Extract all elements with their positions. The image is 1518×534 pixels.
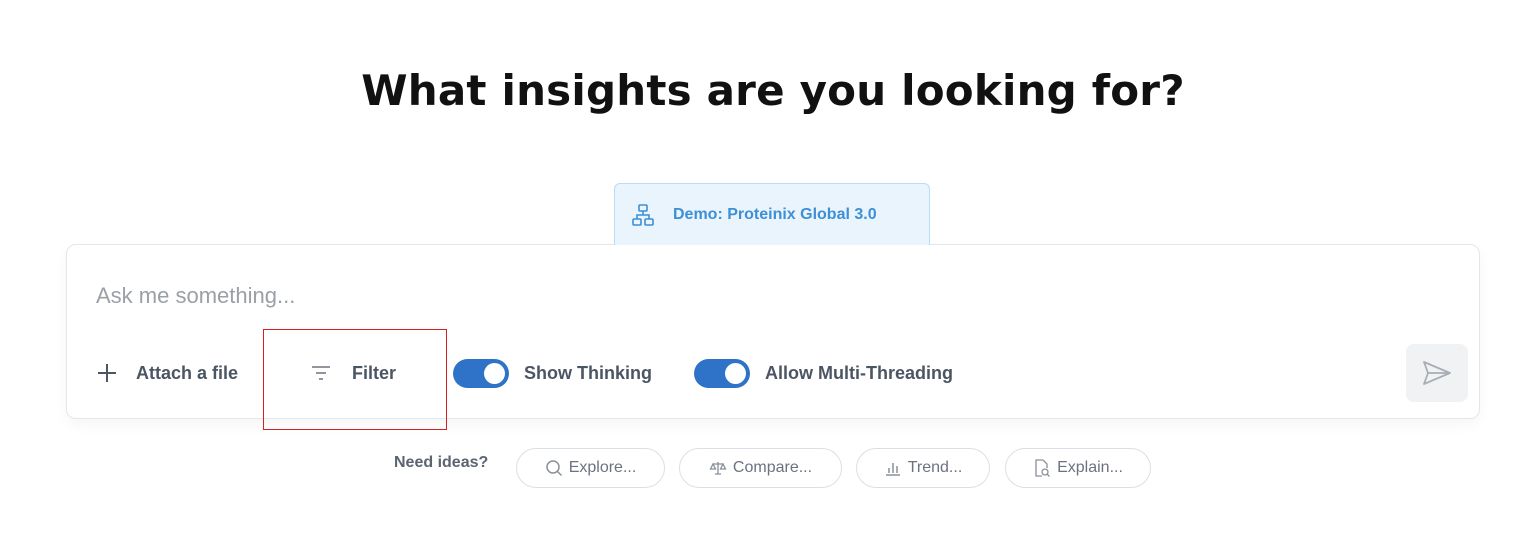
plus-icon bbox=[96, 362, 118, 384]
send-button[interactable] bbox=[1406, 344, 1468, 402]
idea-chip-label: Explain... bbox=[1057, 459, 1123, 476]
idea-chip-label: Explore... bbox=[568, 459, 637, 476]
multi-threading-label: Allow Multi-Threading bbox=[765, 362, 953, 383]
scale-icon bbox=[709, 459, 727, 477]
send-icon bbox=[1421, 359, 1453, 387]
show-thinking-toggle[interactable]: Show Thinking bbox=[453, 358, 652, 388]
filter-button[interactable]: Filter bbox=[310, 358, 396, 388]
dataset-tab[interactable]: Demo: Proteinix Global 3.0 bbox=[614, 183, 930, 245]
idea-chip-label: Compare... bbox=[732, 459, 813, 476]
show-thinking-label: Show Thinking bbox=[524, 362, 652, 383]
idea-chip-compare[interactable]: Compare... bbox=[679, 448, 842, 488]
idea-chip-trend[interactable]: Trend... bbox=[856, 448, 990, 488]
chat-input[interactable] bbox=[96, 281, 1296, 311]
idea-chip-label: Trend... bbox=[907, 459, 963, 476]
multi-threading-toggle[interactable]: Allow Multi-Threading bbox=[694, 358, 953, 388]
chat-panel: Attach a file Filter Show Thinking Allow… bbox=[66, 244, 1480, 419]
ideas-row: Need ideas? Explore... Compare... Trend.… bbox=[0, 448, 1518, 488]
idea-chip-explain[interactable]: Explain... bbox=[1005, 448, 1151, 488]
bar-chart-icon bbox=[884, 459, 902, 477]
ideas-label: Need ideas? bbox=[394, 454, 489, 471]
filter-icon bbox=[310, 362, 332, 384]
idea-chip-explore[interactable]: Explore... bbox=[516, 448, 665, 488]
dataset-tab-label: Demo: Proteinix Global 3.0 bbox=[673, 205, 877, 223]
sitemap-icon bbox=[631, 203, 655, 227]
filter-label: Filter bbox=[352, 362, 397, 383]
document-search-icon bbox=[1033, 459, 1051, 477]
attach-file-button[interactable]: Attach a file bbox=[96, 358, 238, 388]
show-thinking-switch[interactable] bbox=[453, 358, 509, 388]
multi-threading-switch[interactable] bbox=[694, 358, 750, 388]
search-icon bbox=[545, 459, 563, 477]
page-title: What insights are you looking for? bbox=[361, 66, 1185, 115]
attach-file-label: Attach a file bbox=[136, 362, 239, 383]
